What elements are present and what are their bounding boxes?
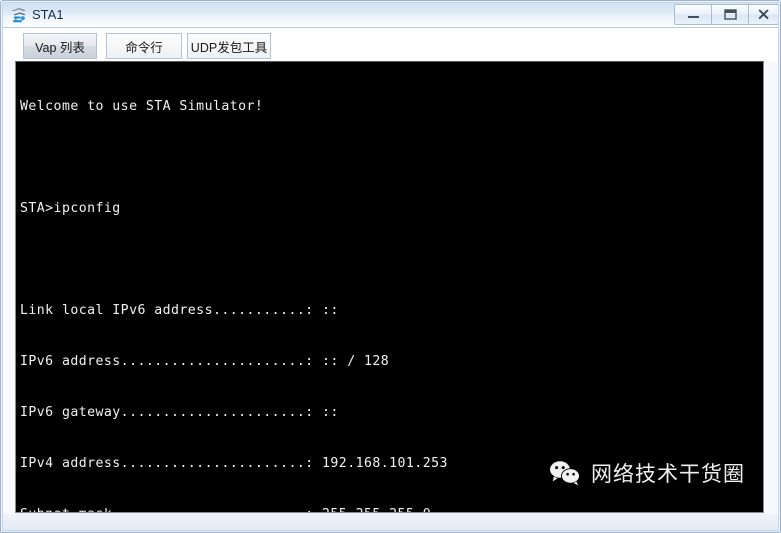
tab-command-line[interactable]: 命令行 [106,33,182,59]
terminal-line: IPv4 address......................: 192.… [20,456,448,471]
tab-udp-tool-label: UDP发包工具 [190,40,268,55]
close-button[interactable] [748,4,779,25]
terminal-panel[interactable]: Welcome to use STA Simulator! STA>ipconf… [15,61,764,513]
terminal-line: STA>ipconfig [20,201,121,216]
close-icon [758,9,769,20]
sta-device-icon [10,6,28,24]
window-title: STA1 [32,7,64,22]
terminal-line: Welcome to use STA Simulator! [20,99,264,114]
left-frame-filler [2,28,15,514]
tab-vap-list-label: Vap 列表 [35,40,85,55]
title-bar: STA1 [2,2,779,28]
maximize-icon [723,9,737,20]
bottom-frame-filler [2,514,779,532]
tab-udp-tool[interactable]: UDP发包工具 [187,33,271,59]
terminal-line: IPv6 gateway......................: :: [20,405,339,420]
terminal-line: Link local IPv6 address...........: :: [20,303,339,318]
tab-vap-list[interactable]: Vap 列表 [23,33,97,59]
right-frame-filler [764,28,779,514]
minimize-button[interactable] [674,4,711,25]
terminal-line: IPv6 address......................: :: /… [20,354,390,369]
tab-command-line-label: 命令行 [125,40,163,55]
sta1-window: STA1 Vap 列表 命令行 UDP发包工具 Welcome to use S… [0,0,781,533]
terminal-line: Subnet mask.......................: 255.… [20,506,761,512]
terminal-output[interactable]: Welcome to use STA Simulator! STA>ipconf… [20,64,761,512]
maximize-button[interactable] [711,4,748,25]
tab-strip: Vap 列表 命令行 UDP发包工具 [2,28,779,61]
minimize-icon [687,16,699,18]
